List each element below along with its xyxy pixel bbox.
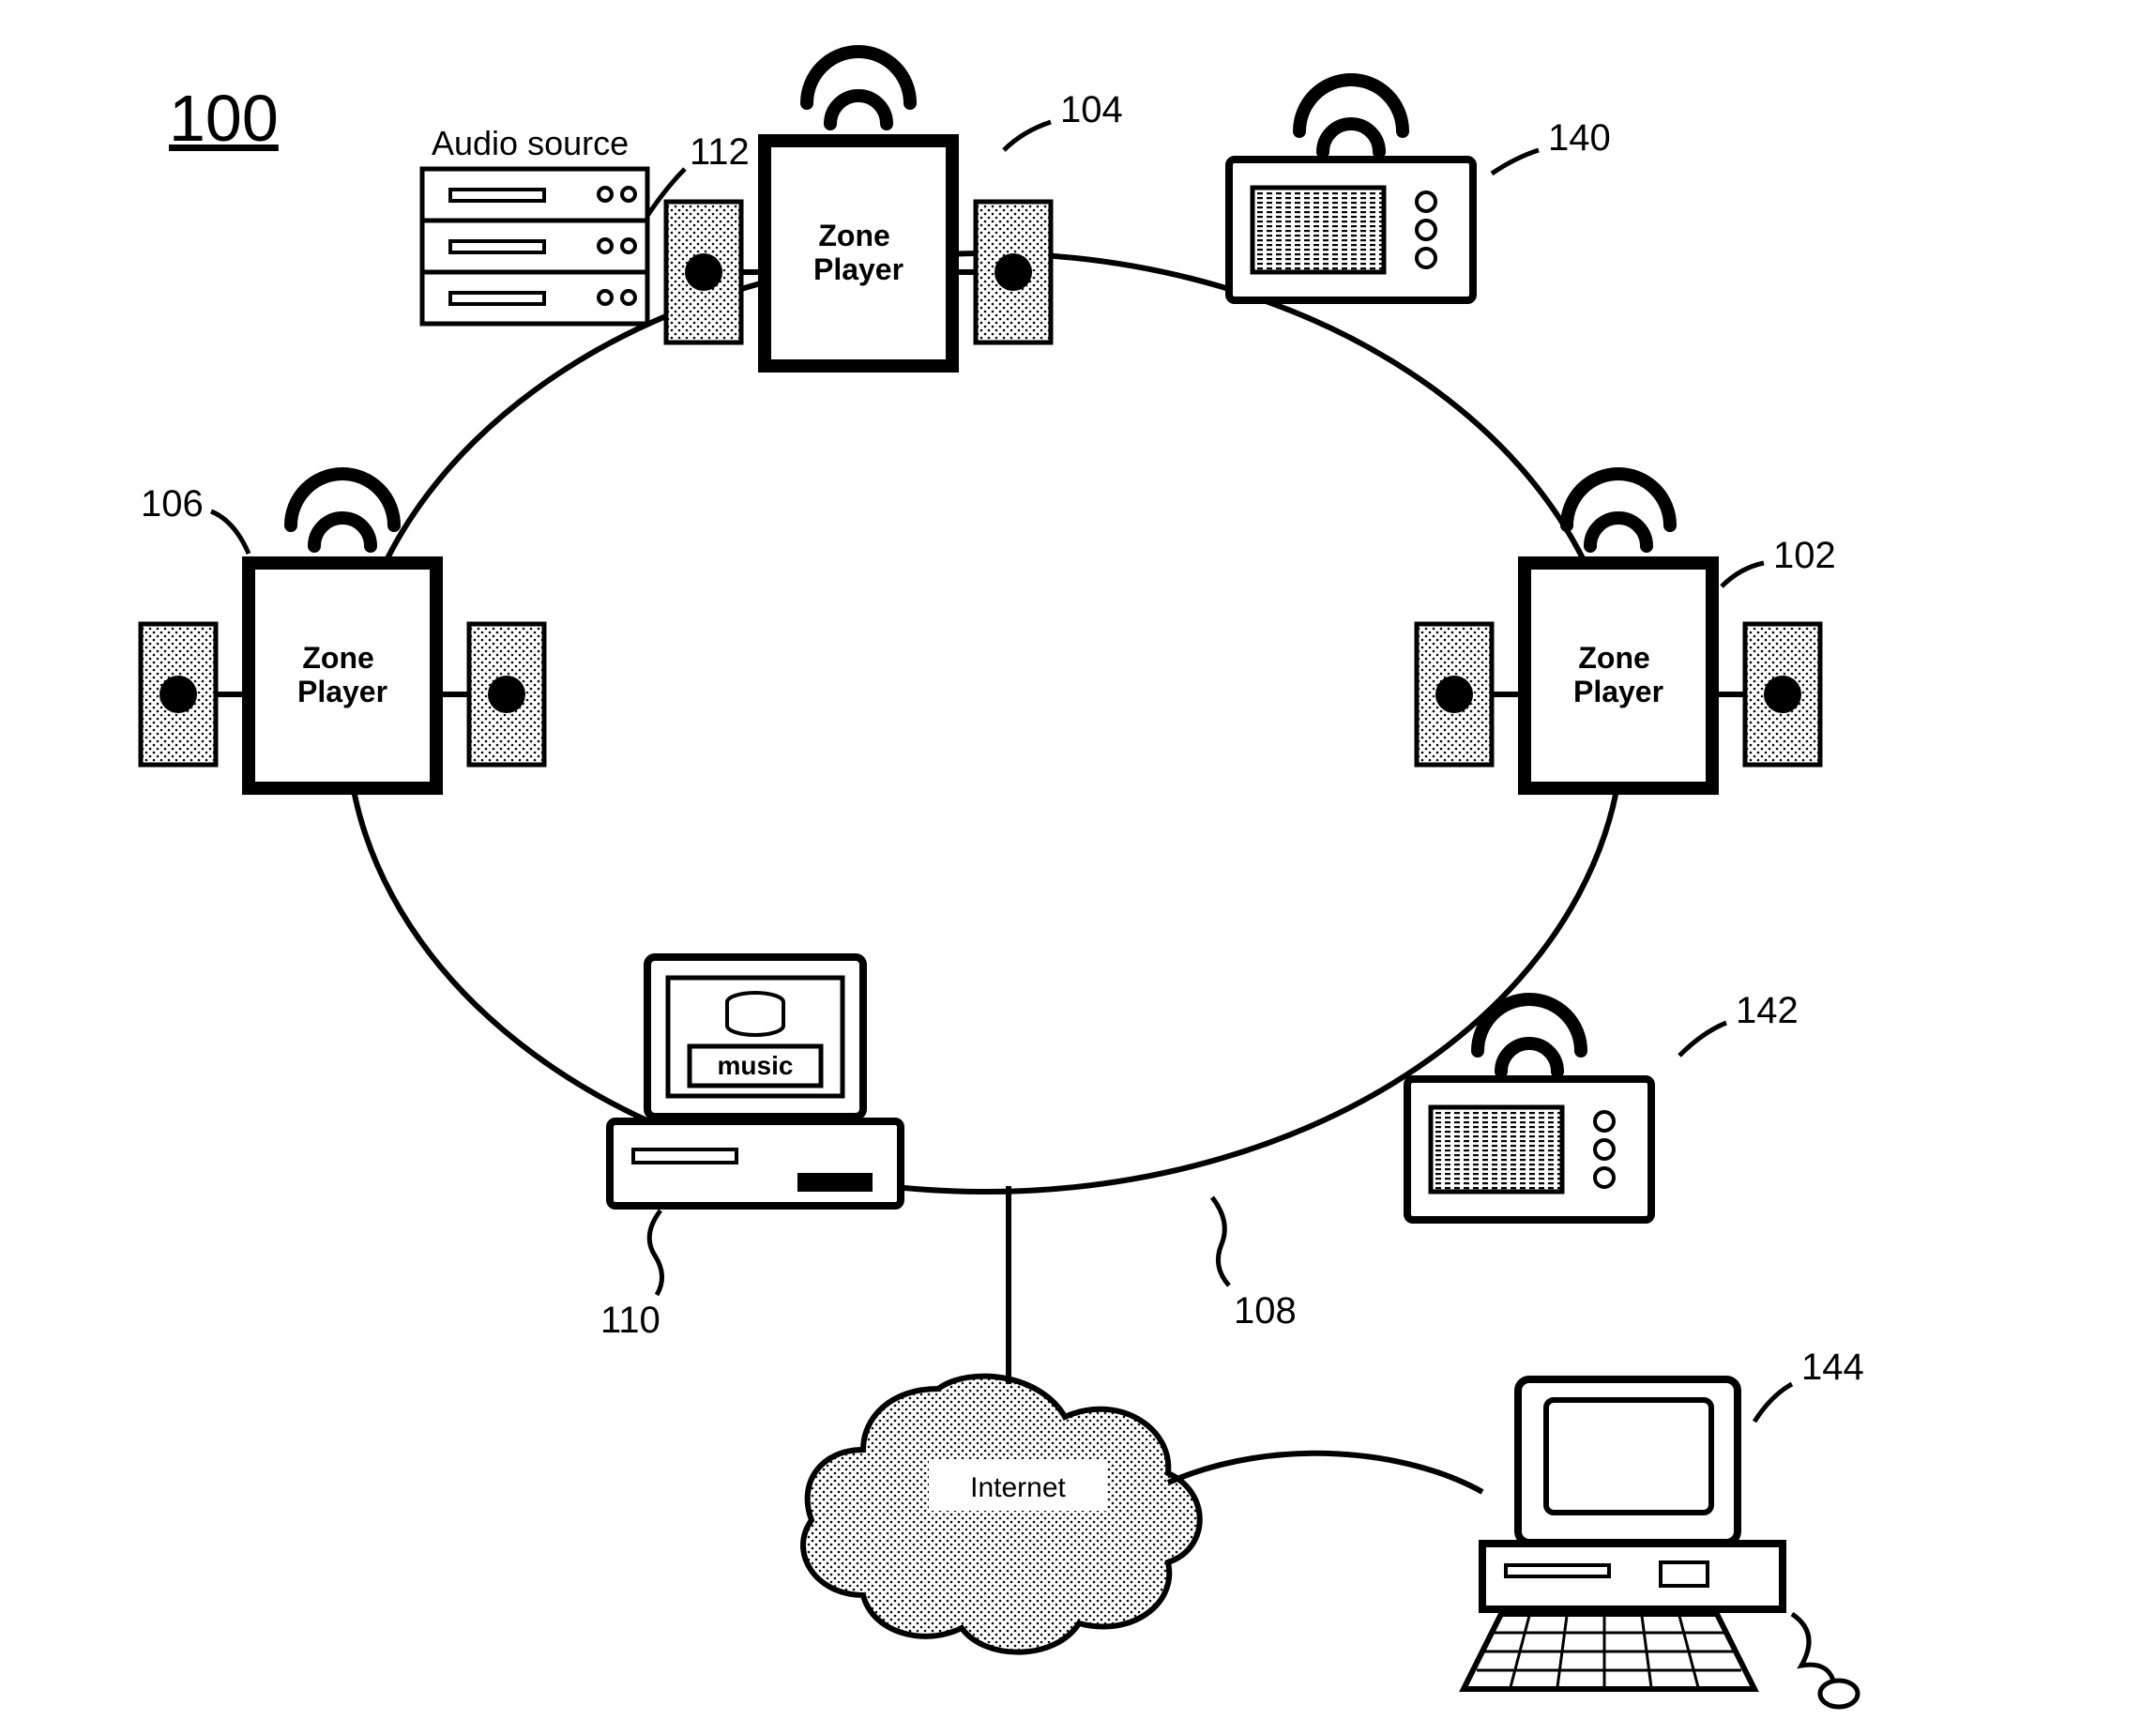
ref-112: 112 [690, 131, 750, 173]
leader-106 [211, 511, 249, 554]
svg-text:Zone Player: Zone Player [1573, 641, 1663, 708]
figure-number: 100 [169, 82, 279, 155]
zp-label: Zone Player [813, 219, 903, 286]
controller-140 [1229, 80, 1473, 300]
ref-102: 102 [1773, 535, 1836, 576]
audio-source-label: Audio source [432, 124, 629, 162]
ref-106: 106 [141, 483, 204, 525]
leader-108 [1212, 1197, 1229, 1286]
leader-142 [1679, 1023, 1726, 1056]
leader-104 [1004, 122, 1051, 150]
zone-player-104: Zone Player [666, 52, 1051, 366]
leader-144 [1754, 1384, 1792, 1422]
music-pc: music [610, 957, 901, 1206]
cloud-to-pc [1168, 1453, 1482, 1492]
internet-label: Internet [970, 1472, 1066, 1503]
ref-110: 110 [600, 1300, 660, 1341]
ref-144: 144 [1801, 1347, 1864, 1388]
ref-142: 142 [1736, 990, 1799, 1031]
music-label: music [718, 1051, 794, 1080]
leader-102 [1722, 563, 1764, 586]
leader-110 [649, 1210, 661, 1295]
controller-142 [1407, 999, 1651, 1220]
leader-140 [1492, 150, 1539, 174]
ref-140: 140 [1548, 117, 1611, 159]
internet-cloud: Internet [803, 1377, 1200, 1652]
svg-text:Zone Player: Zone Player [297, 641, 387, 708]
remote-pc-144 [1464, 1379, 1858, 1707]
audio-source-stack [422, 169, 647, 324]
ref-108: 108 [1234, 1290, 1297, 1332]
ref-104: 104 [1060, 89, 1123, 130]
zone-player-102: Zone Player [1417, 474, 1820, 788]
